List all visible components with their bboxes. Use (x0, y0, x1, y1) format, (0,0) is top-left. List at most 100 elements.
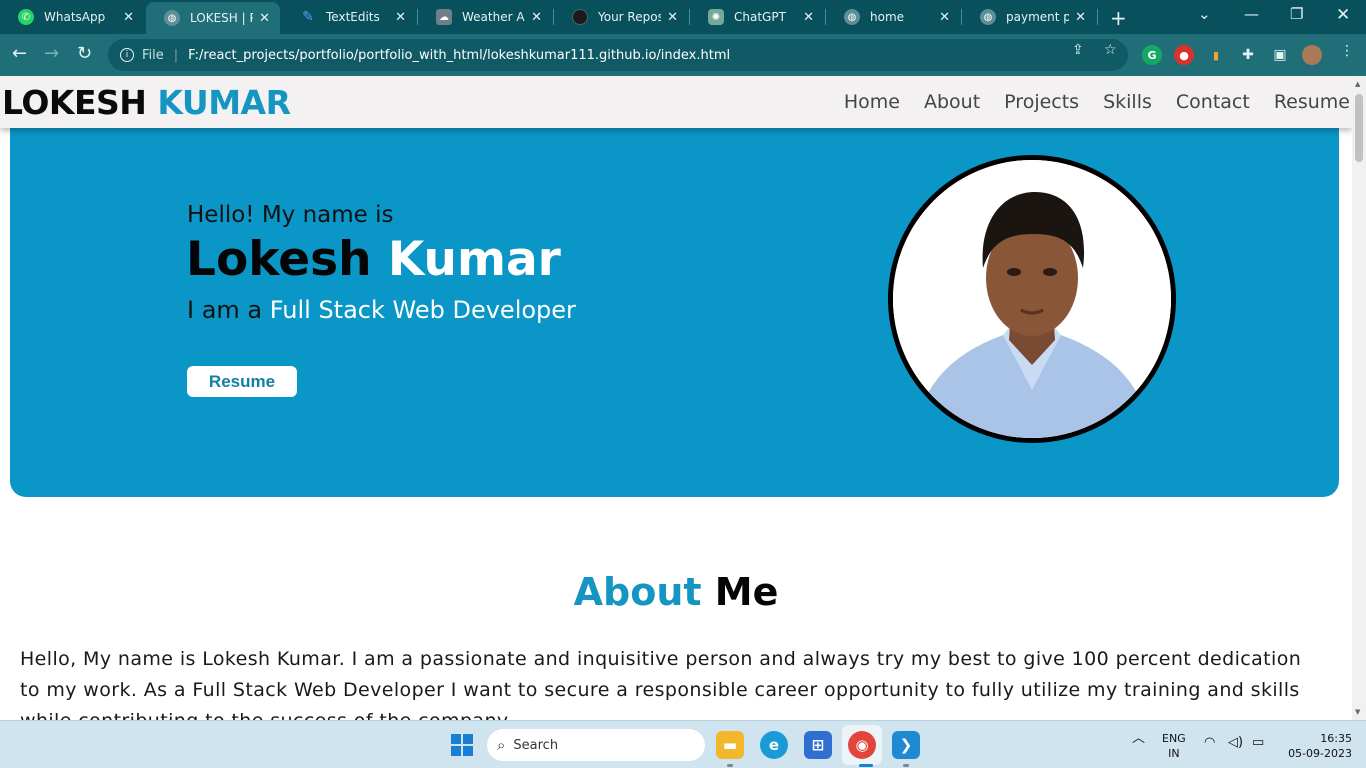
page-scrollbar[interactable]: ▲ ▼ (1352, 76, 1366, 720)
resume-button[interactable]: Resume (187, 366, 297, 397)
grammarly-extension-icon[interactable]: G (1142, 45, 1162, 65)
clock[interactable]: 16:35 05-09-2023 (1280, 731, 1352, 761)
tab-repositories[interactable]: Your Reposito ✕ (554, 0, 688, 34)
browser-toolbar: ← → ↻ i File | F:/react_projects/portfol… (0, 34, 1366, 76)
taskbar-search[interactable]: ⌕ Search (487, 729, 705, 761)
forward-arrow-icon[interactable]: → (44, 43, 59, 64)
minimize-icon[interactable]: — (1244, 5, 1259, 23)
tab-title: TextEdits (326, 10, 380, 24)
side-panel-icon[interactable]: ▣ (1270, 45, 1290, 65)
nav-projects-link[interactable]: Projects (1004, 91, 1079, 113)
tab-title: payment pag (1006, 10, 1070, 24)
url-text[interactable]: F:/react_projects/portfolio/portfolio_wi… (188, 48, 730, 63)
tab-whatsapp[interactable]: ✆ WhatsApp ✕ (0, 0, 144, 34)
hero-section: Hello! My name is Lokesh Kumar I am a Fu… (10, 120, 1339, 497)
tab-portfolio[interactable]: ◍ LOKESH | POR ✕ (146, 2, 280, 34)
close-icon[interactable]: ✕ (123, 10, 134, 25)
profile-photo-illustration (893, 160, 1171, 438)
battery-icon[interactable]: ▭ (1252, 735, 1264, 750)
new-tab-plus-icon[interactable]: + (1110, 6, 1127, 30)
amber-extension-icon[interactable]: ▮ (1206, 45, 1226, 65)
logo-second: KUMAR (157, 83, 291, 122)
wifi-icon[interactable]: ◠ (1204, 735, 1215, 750)
scroll-up-arrow-icon[interactable]: ▲ (1355, 80, 1360, 88)
tab-home[interactable]: ◍ home ✕ (826, 0, 960, 34)
windows-start-icon[interactable] (448, 731, 476, 759)
reload-icon[interactable]: ↻ (77, 43, 92, 64)
share-icon[interactable]: ⇪ (1072, 42, 1084, 58)
tab-title: home (870, 10, 905, 24)
kebab-menu-icon[interactable]: ⋮ (1340, 43, 1354, 59)
tab-title: ChatGPT (734, 10, 786, 24)
browser-tab-strip: ✆ WhatsApp ✕ ◍ LOKESH | POR ✕ ✎ TextEdit… (0, 0, 1366, 34)
taskbar-search-placeholder: Search (513, 737, 559, 753)
hero-role-title: Full Stack Web Developer (269, 296, 576, 324)
tab-chatgpt[interactable]: ✺ ChatGPT ✕ (690, 0, 824, 34)
running-indicator (859, 764, 873, 767)
vscode-icon[interactable]: ❯ (892, 731, 920, 759)
scheme-label: File (142, 47, 164, 63)
clock-time: 16:35 (1320, 732, 1352, 745)
logo-first: LOKESH (2, 83, 147, 122)
edge-browser-icon[interactable]: e (760, 731, 788, 759)
close-icon[interactable]: ✕ (395, 10, 406, 25)
hero-greeting: Hello! My name is (187, 202, 394, 228)
about-heading: About Me (0, 570, 1352, 614)
close-icon[interactable]: ✕ (259, 11, 270, 26)
tab-payment-page[interactable]: ◍ payment pag ✕ (962, 0, 1096, 34)
window-close-icon[interactable]: ✕ (1336, 5, 1350, 25)
profile-avatar-icon[interactable] (1302, 45, 1322, 65)
close-icon[interactable]: ✕ (1075, 10, 1086, 25)
nav-home-link[interactable]: Home (844, 91, 900, 113)
github-icon (572, 9, 588, 25)
about-heading-highlight: About (573, 570, 702, 614)
red-extension-icon[interactable]: ● (1174, 45, 1194, 65)
about-heading-rest: Me (714, 570, 779, 614)
close-icon[interactable]: ✕ (531, 10, 542, 25)
microsoft-store-icon[interactable]: ⊞ (804, 731, 832, 759)
site-info-icon[interactable]: i (120, 48, 134, 62)
back-arrow-icon[interactable]: ← (12, 43, 27, 64)
language-code: ENG (1162, 732, 1186, 745)
clock-date: 05-09-2023 (1288, 747, 1352, 760)
hero-role: I am a Full Stack Web Developer (187, 296, 576, 324)
tab-title: Weather App (462, 10, 525, 24)
omnibox-divider: | (173, 47, 179, 63)
tab-weather-app[interactable]: ☁ Weather App ✕ (418, 0, 552, 34)
chrome-browser-icon[interactable]: ◉ (848, 731, 876, 759)
windows-taskbar: ⌕ Search ▬ e ⊞ ◉ ❯ ︿ ENG IN ◠ ◁) ▭ 16:35… (0, 720, 1366, 768)
nav-contact-link[interactable]: Contact (1176, 91, 1250, 113)
address-bar[interactable]: i File | F:/react_projects/portfolio/por… (108, 39, 1128, 71)
tab-title: WhatsApp (44, 10, 106, 24)
close-icon[interactable]: ✕ (803, 10, 814, 25)
tray-overflow-chevron-icon[interactable]: ︿ (1132, 731, 1145, 746)
tab-search-chevron-icon[interactable]: ⌄ (1198, 5, 1211, 23)
running-indicator (727, 764, 733, 767)
hero-name: Lokesh Kumar (186, 232, 561, 287)
site-navbar: LOKESH KUMAR Home About Projects Skills … (0, 76, 1352, 128)
hero-role-prefix: I am a (187, 296, 263, 324)
tab-textedits[interactable]: ✎ TextEdits ✕ (282, 0, 416, 34)
restore-icon[interactable]: ❐ (1290, 5, 1303, 23)
close-icon[interactable]: ✕ (667, 10, 678, 25)
extensions-puzzle-icon[interactable]: ✚ (1238, 45, 1258, 65)
scroll-down-arrow-icon[interactable]: ▼ (1355, 708, 1360, 716)
bookmark-star-icon[interactable]: ☆ (1104, 42, 1117, 58)
file-explorer-icon[interactable]: ▬ (716, 731, 744, 759)
language-region: IN (1168, 747, 1180, 760)
nav-about-link[interactable]: About (924, 91, 980, 113)
language-indicator[interactable]: ENG IN (1162, 731, 1186, 761)
scrollbar-thumb[interactable] (1355, 94, 1363, 162)
site-menu: Home About Projects Skills Contact Resum… (844, 91, 1350, 113)
weather-icon: ☁ (436, 9, 452, 25)
nav-skills-link[interactable]: Skills (1103, 91, 1152, 113)
nav-resume-link[interactable]: Resume (1274, 91, 1350, 113)
tab-separator (1097, 9, 1098, 25)
site-logo[interactable]: LOKESH KUMAR (2, 83, 291, 122)
hero-name-second: Kumar (387, 232, 561, 287)
windows-logo-icon (451, 734, 473, 756)
close-icon[interactable]: ✕ (939, 10, 950, 25)
about-paragraph: Hello, My name is Lokesh Kumar. I am a p… (20, 648, 1302, 720)
volume-icon[interactable]: ◁) (1228, 735, 1243, 750)
tab-title: Your Reposito (598, 10, 662, 24)
